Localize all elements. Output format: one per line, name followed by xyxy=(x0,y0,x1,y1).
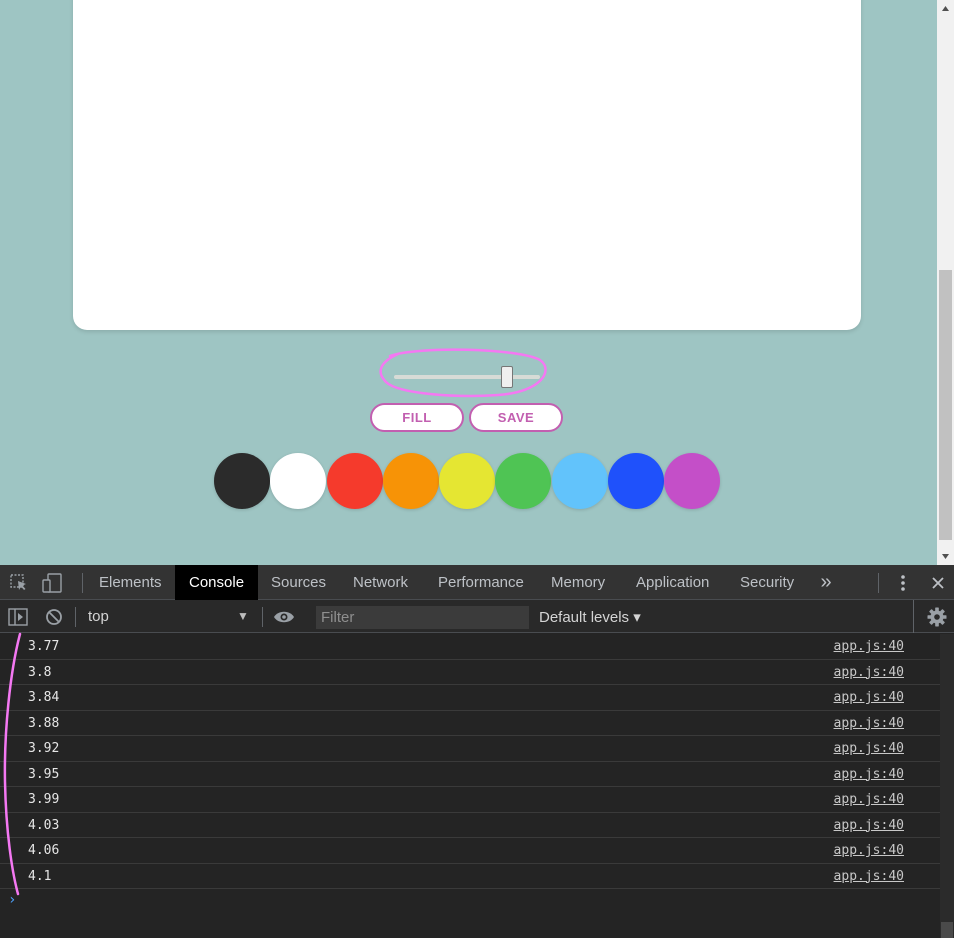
page-viewport: FILL SAVE xyxy=(0,0,954,565)
tab-application[interactable]: Application xyxy=(622,565,723,600)
clear-console-icon[interactable] xyxy=(42,600,66,633)
log-message: 4.03 xyxy=(28,817,60,833)
page-scrollbar[interactable] xyxy=(937,0,954,565)
toolbar-separator xyxy=(75,607,76,627)
drawing-canvas[interactable] xyxy=(73,0,861,330)
tab-console[interactable]: Console xyxy=(175,565,259,600)
tab-separator xyxy=(878,573,879,593)
slider-track[interactable] xyxy=(394,375,540,379)
tab-elements[interactable]: Elements xyxy=(85,565,176,600)
console-log-row: 3.88 app.js:40 xyxy=(0,711,940,736)
inspect-element-icon[interactable] xyxy=(6,565,32,600)
console-log-row: 3.84 app.js:40 xyxy=(0,685,940,711)
log-source-link[interactable]: app.js:40 xyxy=(834,818,904,833)
tab-sources[interactable]: Sources xyxy=(257,565,340,600)
settings-gear-icon[interactable] xyxy=(926,600,948,633)
console-log-row: 3.95 app.js:40 xyxy=(0,762,940,787)
log-message: 3.8 xyxy=(28,664,52,680)
log-source-link[interactable]: app.js:40 xyxy=(834,843,904,858)
live-expression-eye-icon[interactable] xyxy=(272,600,296,633)
color-swatch-blue[interactable] xyxy=(608,453,665,509)
console-prompt[interactable]: › xyxy=(8,892,16,908)
context-selector[interactable]: top xyxy=(88,600,253,633)
more-tabs-icon[interactable]: » xyxy=(814,565,838,600)
context-label: top xyxy=(88,608,109,625)
console-log-row: 4.1 app.js:40 xyxy=(0,864,940,889)
log-source-link[interactable]: app.js:40 xyxy=(834,690,904,705)
device-toolbar-icon[interactable] xyxy=(40,565,66,600)
scrollbar-thumb[interactable] xyxy=(939,270,952,540)
log-message: 3.95 xyxy=(28,766,60,782)
color-swatch-green[interactable] xyxy=(495,453,552,509)
console-scrollbar-thumb[interactable] xyxy=(941,922,953,938)
tab-performance[interactable]: Performance xyxy=(424,565,538,600)
filter-input[interactable] xyxy=(316,606,529,629)
log-message: 4.06 xyxy=(28,843,60,858)
console-scrollbar[interactable] xyxy=(940,634,954,938)
log-message: 3.84 xyxy=(28,690,60,705)
color-palette xyxy=(214,453,721,509)
toolbar-separator xyxy=(262,607,263,627)
devtools-panel: » Elements Console Sources Network Performan… xyxy=(0,565,954,938)
console-log-row: 4.03 app.js:40 xyxy=(0,813,940,838)
save-button[interactable]: SAVE xyxy=(469,403,563,432)
log-levels-dropdown[interactable]: Default levels ▾ xyxy=(539,600,641,633)
toolbar-separator xyxy=(913,600,914,633)
color-swatch-purple[interactable] xyxy=(664,453,721,509)
color-swatch-white[interactable] xyxy=(270,453,327,509)
tab-network[interactable]: Network xyxy=(339,565,422,600)
console-output: › 3.77 app.js:40 3.8 app.js:40 3.84 app.js:40… xyxy=(0,634,940,938)
color-swatch-light-blue[interactable] xyxy=(551,453,608,509)
log-source-link[interactable]: app.js:40 xyxy=(834,767,904,782)
log-message: 3.88 xyxy=(28,715,60,731)
console-log-row: 3.99 app.js:40 xyxy=(0,787,940,813)
console-log-row: 4.06 app.js:40 xyxy=(0,838,940,864)
tab-security[interactable]: Security xyxy=(726,565,808,600)
console-log-row: 3.92 app.js:40 xyxy=(0,736,940,762)
fill-button[interactable]: FILL xyxy=(370,403,464,432)
sidebar-toggle-icon[interactable] xyxy=(6,600,30,633)
color-swatch-yellow[interactable] xyxy=(439,453,496,509)
log-source-link[interactable]: app.js:40 xyxy=(834,792,904,807)
console-log-row: 3.77 app.js:40 xyxy=(0,634,940,660)
scroll-up-arrow-icon[interactable] xyxy=(937,0,954,17)
log-source-link[interactable]: app.js:40 xyxy=(834,869,904,884)
devtools-tab-bar: » Elements Console Sources Network Performan… xyxy=(0,565,954,600)
log-source-link[interactable]: app.js:40 xyxy=(834,716,904,731)
color-swatch-red[interactable] xyxy=(326,453,383,509)
color-swatch-orange[interactable] xyxy=(382,453,439,509)
kebab-menu-icon[interactable] xyxy=(892,565,914,600)
tab-memory[interactable]: Memory xyxy=(537,565,619,600)
log-message: 3.99 xyxy=(28,792,60,807)
log-source-link[interactable]: app.js:40 xyxy=(834,741,904,756)
dropdown-arrow-icon[interactable]: ▼ xyxy=(237,609,249,623)
brush-size-slider[interactable] xyxy=(394,366,540,388)
color-swatch-black[interactable] xyxy=(214,453,270,509)
console-toolbar: top ▼ Default levels ▾ xyxy=(0,600,954,633)
close-icon[interactable] xyxy=(927,565,949,600)
scroll-down-arrow-icon[interactable] xyxy=(937,548,954,565)
log-message: 3.77 xyxy=(28,639,60,654)
log-message: 4.1 xyxy=(28,868,52,884)
log-message: 3.92 xyxy=(28,741,60,756)
slider-thumb[interactable] xyxy=(501,366,513,388)
console-log-row: 3.8 app.js:40 xyxy=(0,660,940,685)
tab-separator xyxy=(82,573,83,593)
log-source-link[interactable]: app.js:40 xyxy=(834,665,904,680)
log-source-link[interactable]: app.js:40 xyxy=(834,639,904,654)
